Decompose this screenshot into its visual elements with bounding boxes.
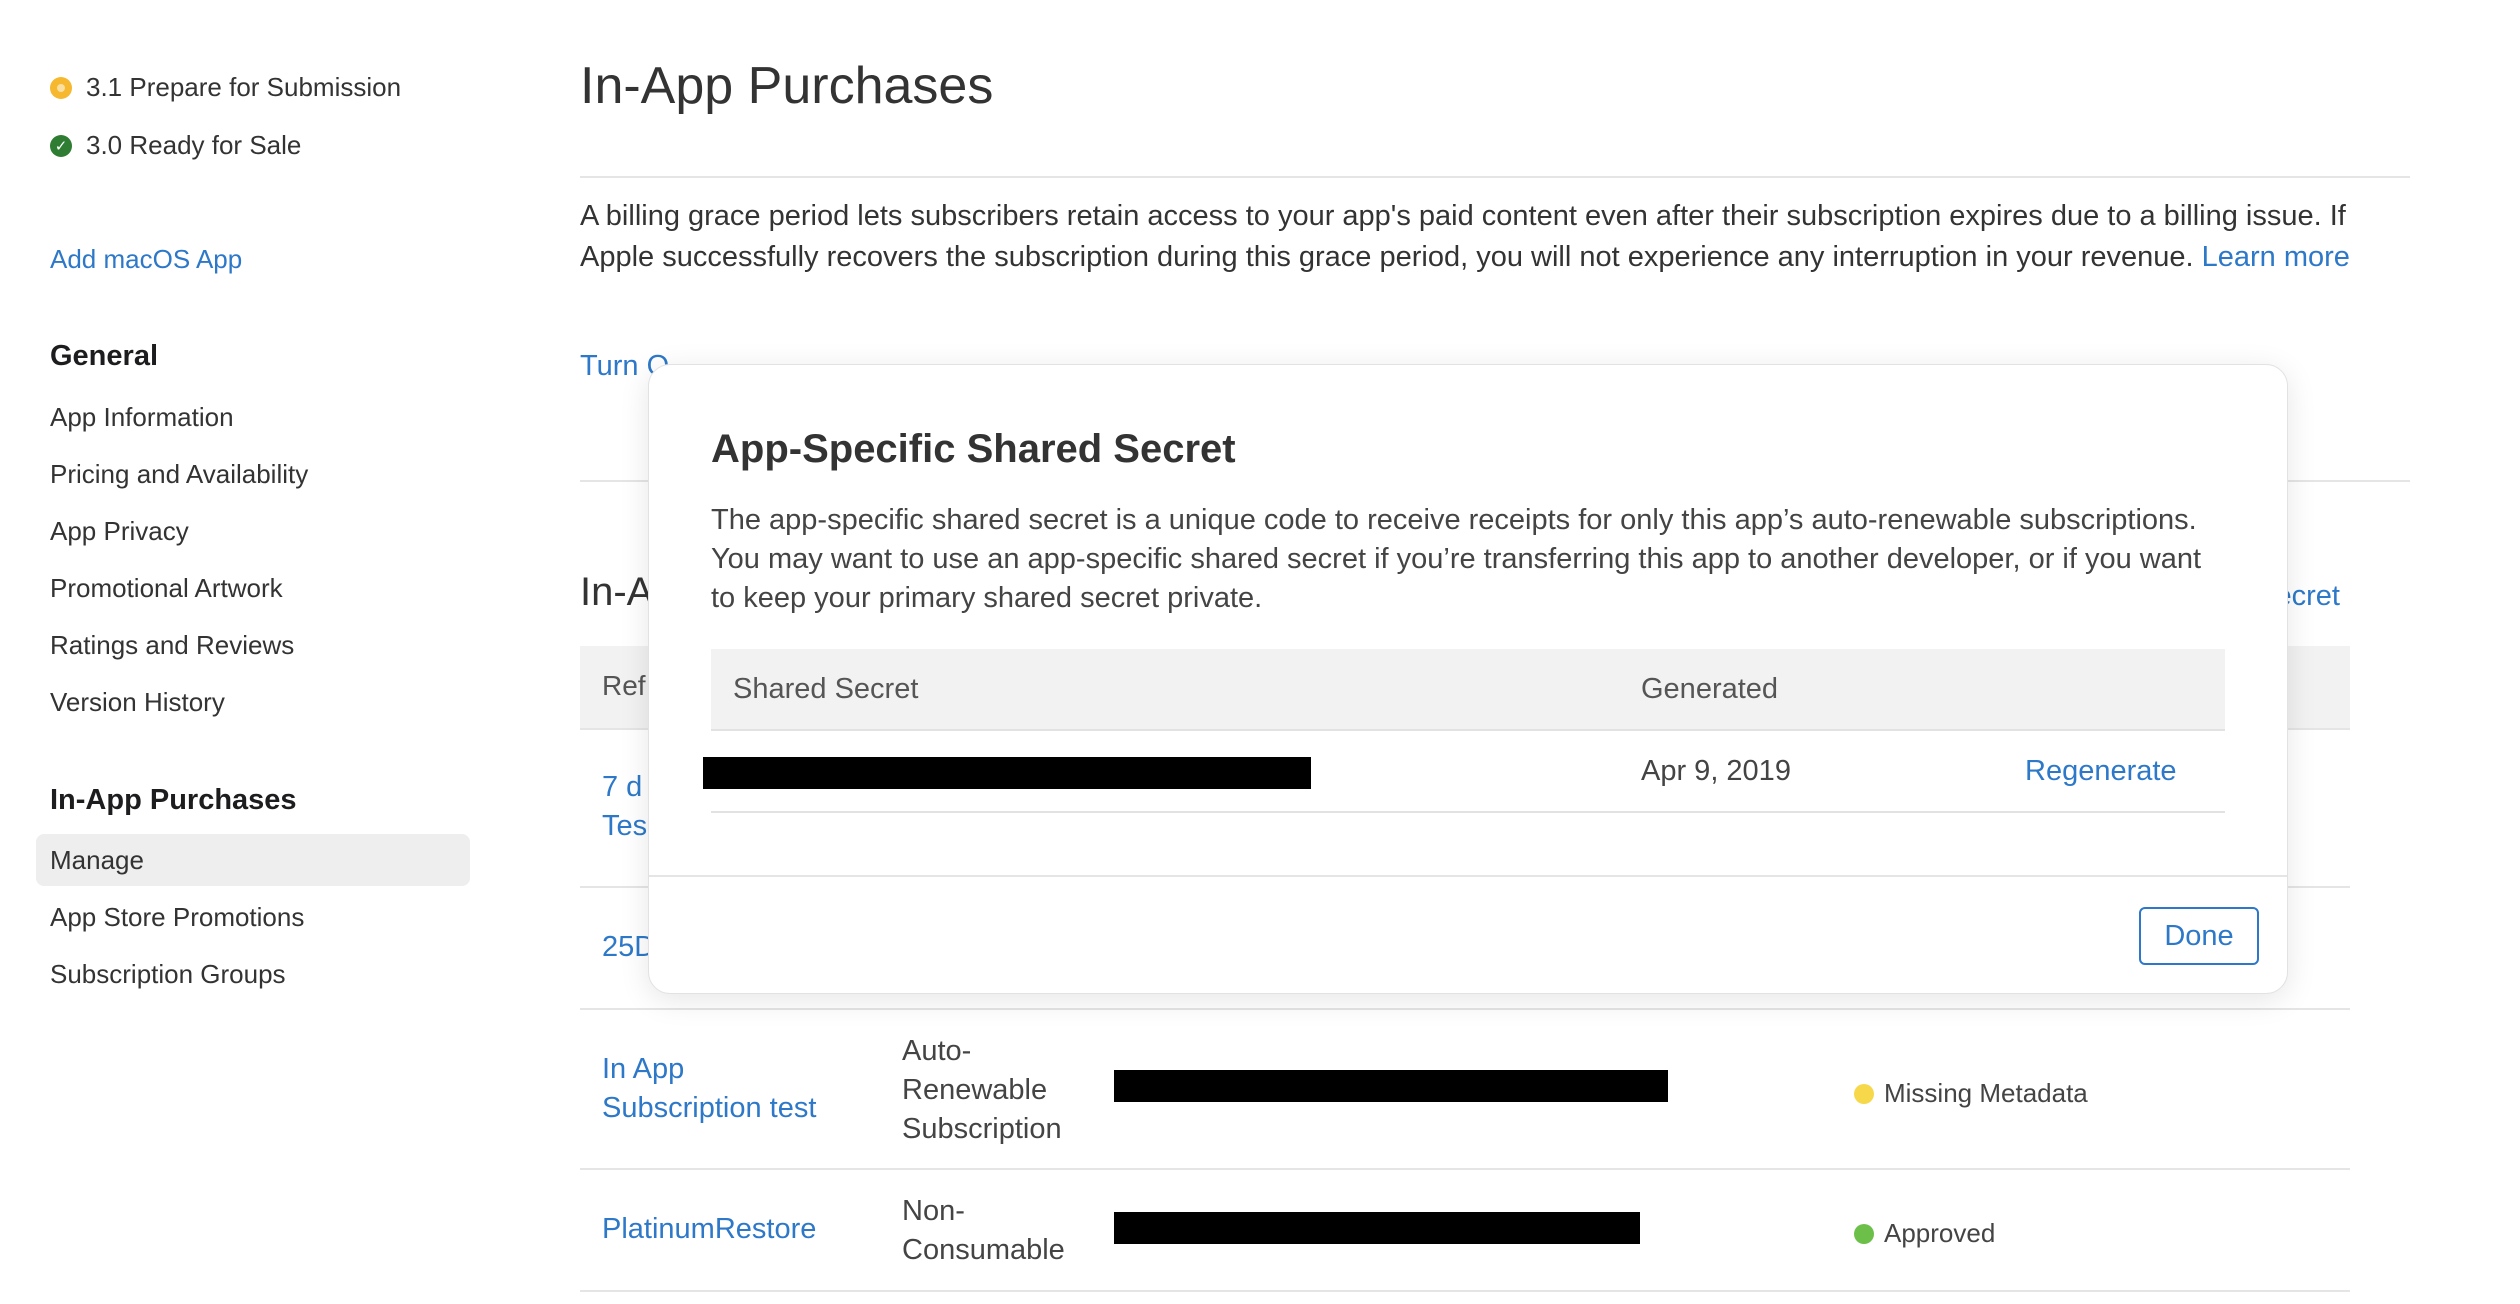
status-dot-icon: [1854, 1223, 1874, 1244]
secret-table-row: Apr 9, 2019 Regenerate: [703, 731, 2225, 813]
redacted-shared-secret: [703, 757, 1311, 789]
iap-type-line: Subscription: [902, 1113, 1062, 1145]
general-heading: General: [50, 340, 158, 372]
page-title: In-App Purchases: [580, 57, 994, 115]
version-item-3-0[interactable]: ✓ 3.0 Ready for Sale: [50, 130, 301, 161]
iap-reference-line: In App: [602, 1053, 685, 1085]
sidebar-item-promotional-artwork[interactable]: Promotional Artwork: [50, 573, 283, 604]
checkmark-status-icon: ✓: [50, 134, 72, 157]
sidebar-item-app-privacy[interactable]: App Privacy: [50, 516, 189, 547]
version-item-3-1[interactable]: 3.1 Prepare for Submission: [50, 72, 401, 103]
iap-reference-line: 7 d: [602, 771, 643, 803]
iap-type-line: Non-: [902, 1195, 965, 1227]
divider: [580, 176, 2410, 178]
iap-type-line: Renewable: [902, 1074, 1048, 1106]
row-divider: [580, 1008, 2350, 1010]
iap-reference-link[interactable]: In App Subscription test: [602, 1050, 816, 1128]
version-label: 3.0 Ready for Sale: [86, 130, 302, 160]
sidebar-item-app-store-promotions[interactable]: App Store Promotions: [50, 902, 304, 933]
sidebar-item-version-history[interactable]: Version History: [50, 687, 225, 718]
generated-date: Apr 9, 2019: [1641, 755, 1791, 787]
status-badge: Missing Metadata: [1854, 1078, 2088, 1109]
status-badge: Approved: [1854, 1218, 1995, 1249]
iap-reference-line: Tes: [602, 810, 648, 842]
regenerate-link[interactable]: Regenerate: [2025, 755, 2177, 788]
learn-more-link[interactable]: Learn more: [2202, 241, 2350, 273]
row-divider: [580, 1168, 2350, 1170]
iap-reference-line: Subscription test: [602, 1092, 817, 1124]
section-title: In-A: [580, 570, 654, 614]
sidebar: 3.1 Prepare for Submission ✓ 3.0 Ready f…: [0, 0, 500, 1304]
sidebar-item-ratings-reviews[interactable]: Ratings and Reviews: [50, 630, 294, 661]
iap-type-line: Consumable: [902, 1234, 1065, 1266]
modal-footer-divider: [649, 875, 2287, 877]
iap-reference-link[interactable]: 7 d Tes: [602, 768, 647, 846]
status-label: Missing Metadata: [1884, 1078, 2088, 1108]
pending-status-icon: [50, 76, 72, 99]
redacted-product-id: [1114, 1212, 1640, 1244]
shared-secret-modal: App-Specific Shared Secret The app-speci…: [648, 364, 2288, 994]
iap-reference-link[interactable]: PlatinumRestore: [602, 1210, 816, 1249]
version-label: 3.1 Prepare for Submission: [86, 72, 402, 102]
sidebar-item-subscription-groups[interactable]: Subscription Groups: [50, 959, 286, 990]
modal-description: The app-specific shared secret is a uniq…: [711, 504, 2202, 614]
grace-period-text: A billing grace period lets subscribers …: [580, 200, 2346, 273]
secret-table-header: Shared Secret Generated: [711, 649, 2225, 731]
add-macos-app-link[interactable]: Add macOS App: [50, 244, 242, 275]
grace-period-description: A billing grace period lets subscribers …: [580, 196, 2370, 278]
sidebar-item-app-information[interactable]: App Information: [50, 402, 234, 433]
column-header-shared-secret: Shared Secret: [733, 673, 919, 705]
modal-title: App-Specific Shared Secret: [711, 427, 1236, 471]
column-header-reference: Ref: [602, 670, 646, 701]
status-dot-icon: [1854, 1083, 1874, 1104]
iap-type: Auto- Renewable Subscription: [902, 1032, 1062, 1149]
redacted-product-id: [1114, 1070, 1668, 1102]
row-divider: [580, 1290, 2350, 1292]
iap-heading: In-App Purchases: [50, 784, 297, 816]
done-button[interactable]: Done: [2139, 907, 2259, 965]
iap-type: Non- Consumable: [902, 1192, 1065, 1270]
sidebar-item-pricing[interactable]: Pricing and Availability: [50, 459, 308, 490]
iap-type-line: Auto-: [902, 1035, 972, 1067]
status-label: Approved: [1884, 1218, 1996, 1248]
column-header-generated: Generated: [1641, 673, 1779, 705]
sidebar-item-manage[interactable]: Manage: [36, 834, 470, 886]
